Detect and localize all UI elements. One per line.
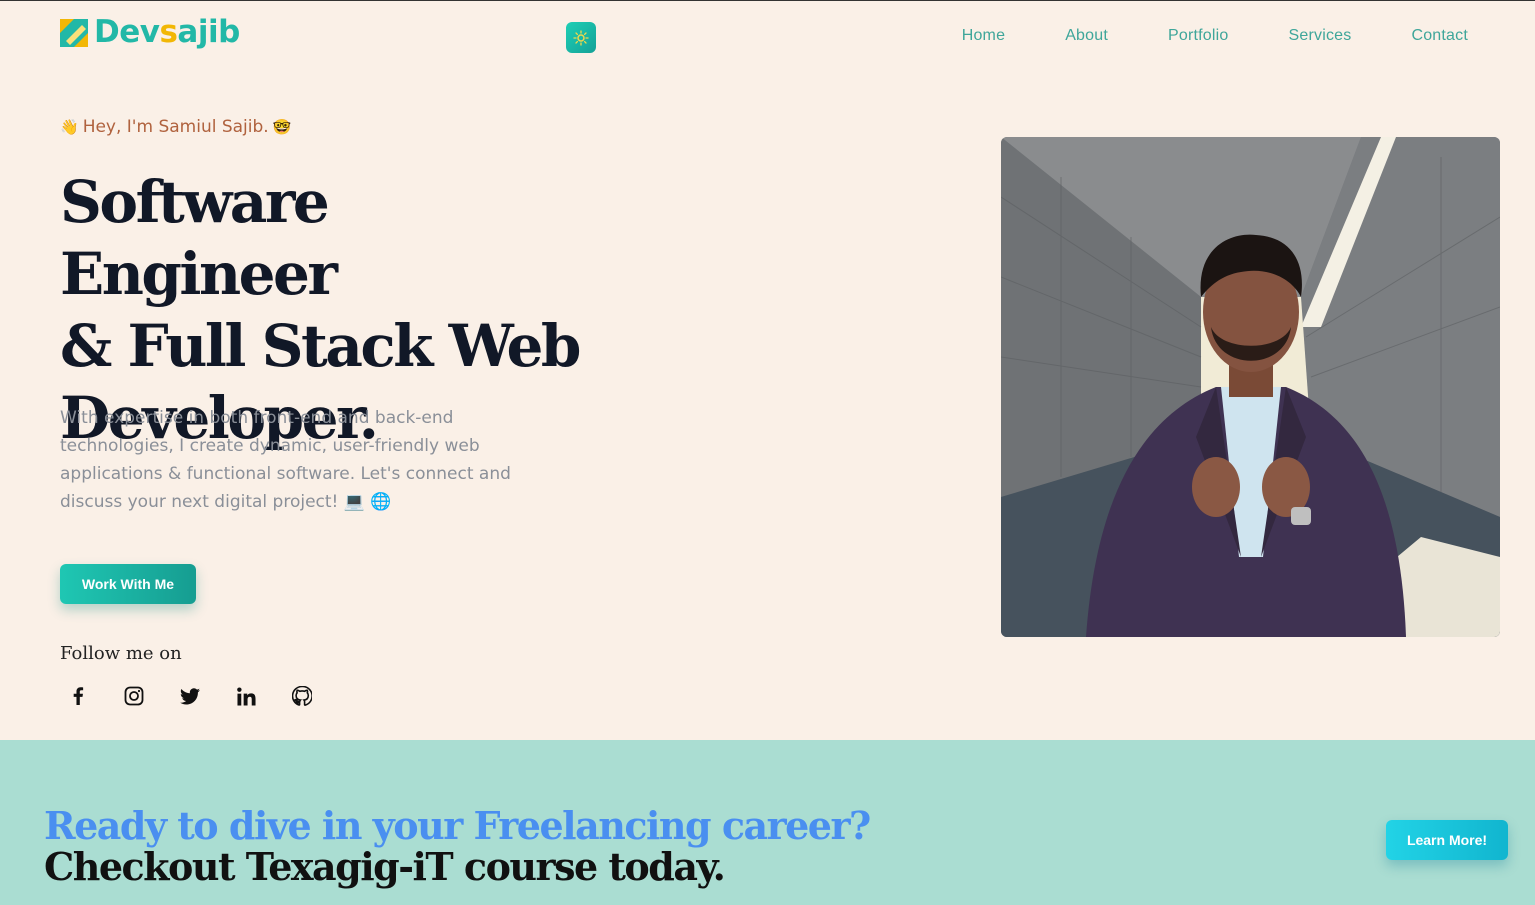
profile-photo bbox=[1001, 137, 1500, 637]
nav-about[interactable]: About bbox=[1065, 27, 1108, 45]
wave-emoji: 👋 bbox=[60, 118, 79, 136]
hero-intro: With expertise in both front-end and bac… bbox=[60, 404, 540, 516]
instagram-icon[interactable] bbox=[122, 681, 146, 711]
twitter-icon[interactable] bbox=[178, 681, 202, 711]
work-with-me-button[interactable]: Work With Me bbox=[60, 564, 196, 604]
github-icon[interactable] bbox=[290, 681, 314, 711]
nav-home[interactable]: Home bbox=[962, 27, 1005, 45]
nav-services[interactable]: Services bbox=[1289, 27, 1352, 45]
headline-line-1: Software Engineer bbox=[60, 168, 338, 308]
cta-headline-1: Ready to dive in your Freelancing career… bbox=[44, 803, 871, 848]
logo-text: Devsajib bbox=[94, 14, 240, 50]
nav-contact[interactable]: Contact bbox=[1411, 27, 1468, 45]
greeting: 👋 Hey, I'm Samiul Sajib. 🤓 bbox=[60, 117, 291, 137]
intro-emoji: 💻 🌐 bbox=[343, 492, 392, 512]
social-links bbox=[66, 681, 314, 711]
follow-label: Follow me on bbox=[60, 643, 182, 664]
sun-icon bbox=[573, 29, 589, 46]
learn-more-button[interactable]: Learn More! bbox=[1386, 820, 1508, 860]
logo[interactable]: Devsajib bbox=[60, 17, 240, 48]
headline-line-2: & Full Stack Web bbox=[60, 312, 581, 380]
cta-headline-2: Checkout Texagig-iT course today. bbox=[44, 844, 726, 889]
logo-mark-icon bbox=[60, 18, 88, 47]
portrait-illustration bbox=[1001, 137, 1500, 637]
main-nav: Home About Portfolio Services Contact bbox=[962, 27, 1468, 45]
theme-toggle-button[interactable] bbox=[566, 22, 596, 53]
facebook-icon[interactable] bbox=[66, 681, 90, 711]
linkedin-icon[interactable] bbox=[234, 681, 258, 711]
nav-portfolio[interactable]: Portfolio bbox=[1168, 27, 1229, 45]
cta-band: Ready to dive in your Freelancing career… bbox=[0, 740, 1535, 905]
greeting-text: Hey, I'm Samiul Sajib. bbox=[82, 117, 269, 137]
intro-text: With expertise in both front-end and bac… bbox=[60, 408, 511, 512]
nerd-face-emoji: 🤓 bbox=[272, 118, 292, 136]
